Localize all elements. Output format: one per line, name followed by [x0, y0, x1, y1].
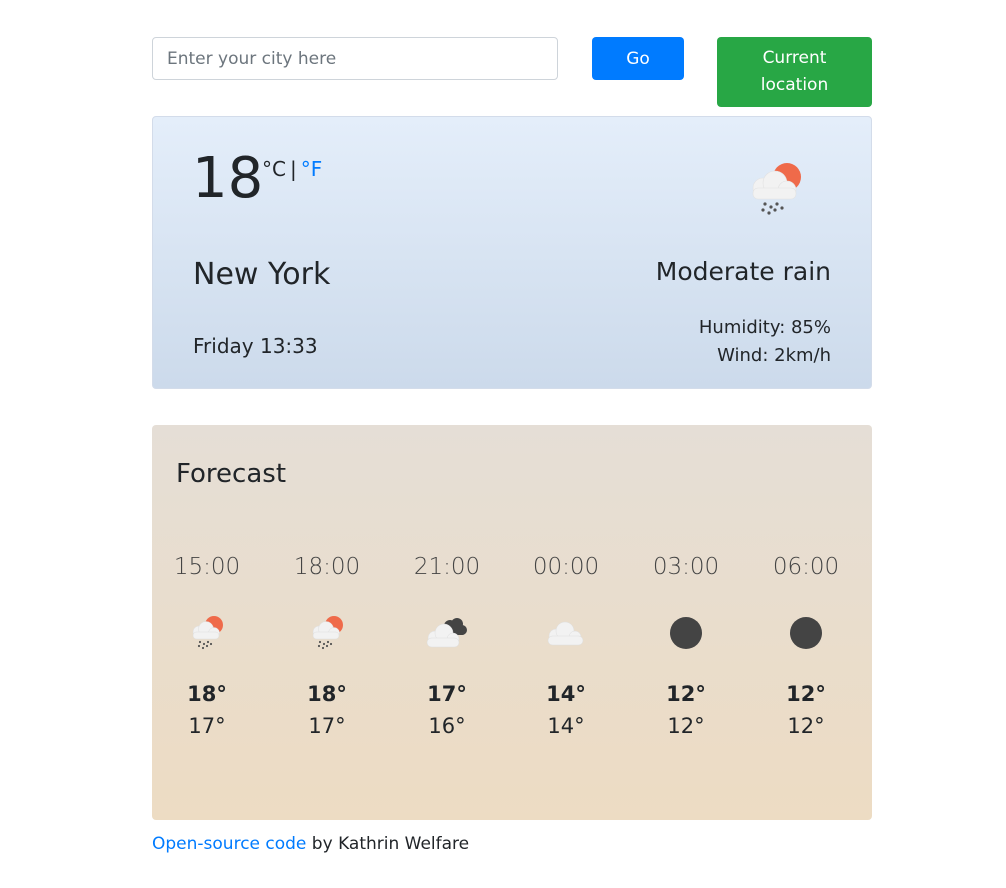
- moon-icon: [790, 617, 822, 649]
- forecast-min-temp: 12°: [787, 714, 825, 738]
- sun-cloud-rain-icon: [192, 616, 223, 650]
- current-location-button[interactable]: Current location: [717, 37, 872, 107]
- forecast-min-temp: 14°: [547, 714, 585, 738]
- forecast-max-temp: 18°: [187, 682, 227, 706]
- forecast-item: 06:00 12° 12°: [751, 549, 861, 741]
- forecast-item: 03:00 12° 12°: [631, 549, 741, 741]
- current-datetime: Friday 13:33: [193, 334, 318, 358]
- fahrenheit-link[interactable]: °F: [301, 157, 323, 181]
- forecast-max-temp: 14°: [546, 682, 586, 706]
- forecast-min-temp: 16°: [428, 714, 466, 738]
- forecast-min-temp: 17°: [188, 714, 226, 738]
- humidity-value: Humidity: 85%: [698, 317, 831, 338]
- current-temperature: 18: [192, 146, 264, 211]
- forecast-time: 00:00: [532, 554, 600, 580]
- wind-value: Wind: 2km/h: [717, 345, 831, 366]
- current-weather-card: 18 °C | °F New York Moderate rain Friday 1…: [152, 116, 872, 389]
- footer-author: by Kathrin Welfare: [306, 834, 470, 854]
- forecast-max-temp: 12°: [786, 682, 826, 706]
- cloud-icon: [547, 621, 584, 646]
- weather-description: Moderate rain: [655, 257, 831, 286]
- celsius-unit[interactable]: °C: [262, 157, 286, 181]
- open-source-link[interactable]: Open-source code: [152, 834, 306, 854]
- forecast-card: Forecast 15:00 18° 17° 18:00 18° 17° 21:…: [152, 425, 872, 820]
- forecast-time: 03:00: [652, 554, 720, 580]
- sun-cloud-rain-icon: [752, 163, 801, 215]
- forecast-item: 18:00 18° 17°: [272, 549, 382, 741]
- go-button[interactable]: Go: [592, 37, 684, 80]
- moon-icon: [670, 617, 702, 649]
- forecast-time: 18:00: [293, 554, 361, 580]
- forecast-item: 00:00 14° 14°: [511, 549, 621, 741]
- forecast-item: 21:00 17° 16°: [392, 549, 502, 741]
- forecast-time: 06:00: [772, 554, 840, 580]
- city-search-input[interactable]: [152, 37, 558, 80]
- forecast-item: 15:00 18° 17°: [152, 549, 262, 741]
- forecast-time: 15:00: [173, 554, 241, 580]
- unit-separator: |: [289, 157, 297, 181]
- forecast-time: 21:00: [413, 554, 481, 580]
- city-name: New York: [193, 257, 331, 292]
- forecast-max-temp: 12°: [666, 682, 706, 706]
- unit-toggle: °C | °F: [262, 157, 322, 181]
- forecast-min-temp: 12°: [667, 714, 705, 738]
- dark-clouds-icon: [426, 618, 467, 648]
- forecast-title: Forecast: [176, 459, 287, 489]
- footer: Open-source code by Kathrin Welfare: [152, 834, 469, 854]
- forecast-min-temp: 17°: [308, 714, 346, 738]
- forecast-max-temp: 18°: [307, 682, 347, 706]
- forecast-max-temp: 17°: [427, 682, 467, 706]
- sun-cloud-rain-icon: [312, 616, 343, 650]
